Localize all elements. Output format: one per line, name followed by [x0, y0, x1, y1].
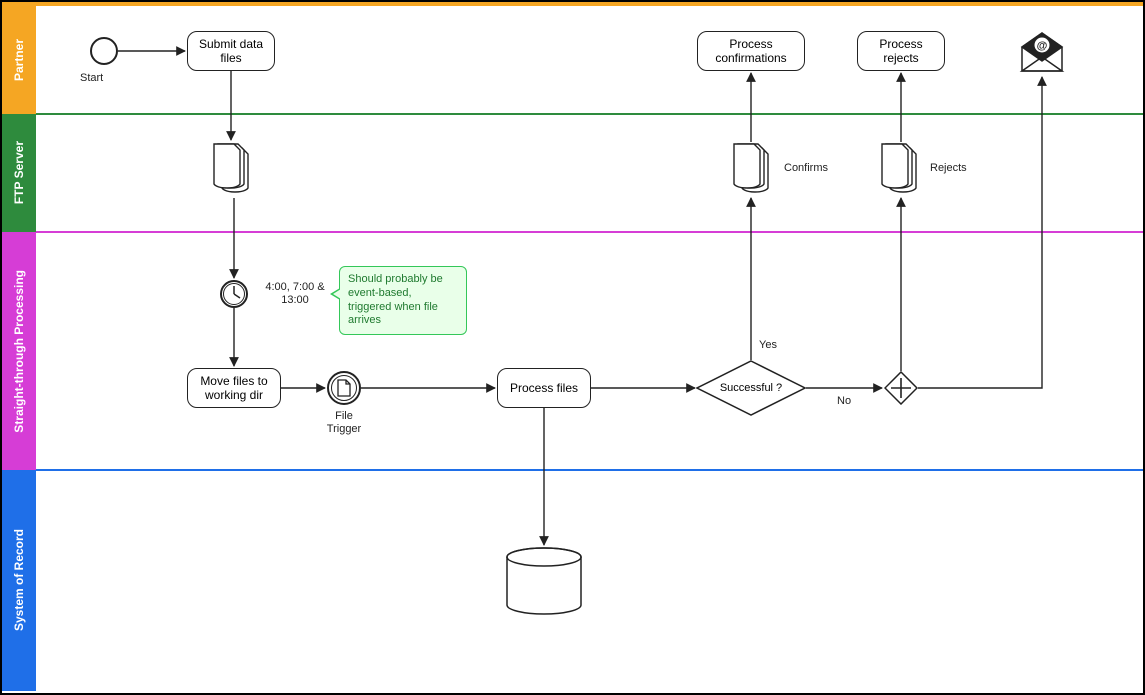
decision-yes-label: Yes: [759, 339, 777, 352]
decision-text: Successful ?: [720, 382, 782, 395]
task-label: Process files: [510, 381, 578, 395]
lane-header-stp: Straight-through Processing: [2, 232, 36, 470]
task-label: Move files to working dir: [192, 374, 276, 403]
lane-label: System of Record: [12, 529, 26, 631]
lane-header-ftp: FTP Server: [2, 114, 36, 232]
task-process-confirmations: Process confirmations: [697, 31, 805, 71]
timer-label: 4:00, 7:00 & 13:00: [260, 281, 330, 307]
callout-note: Should probably be event-based, triggere…: [339, 266, 467, 335]
document-stack-icon: [880, 142, 924, 196]
task-label: Submit data files: [192, 37, 270, 66]
lane-separator: [36, 469, 1143, 471]
diagram-stage: Partner FTP Server Straight-through Proc…: [0, 0, 1145, 695]
svg-text:@: @: [1037, 40, 1048, 52]
rejects-label: Rejects: [930, 162, 967, 175]
task-submit-data: Submit data files: [187, 31, 275, 71]
top-accent-bar: [2, 2, 1143, 6]
task-label: Process rejects: [862, 37, 940, 66]
task-move-files: Move files to working dir: [187, 368, 281, 408]
lane-label: FTP Server: [12, 141, 26, 204]
timer-event-inner: [223, 283, 245, 305]
lane-separator: [36, 113, 1143, 115]
task-label: Process confirmations: [702, 37, 800, 66]
lane-separator: [36, 231, 1143, 233]
callout-text: Should probably be event-based, triggere…: [348, 273, 443, 326]
start-event-circle: [90, 37, 118, 65]
file-trigger-label: File Trigger: [322, 410, 366, 436]
parallel-gateway: [884, 371, 918, 405]
task-process-rejects: Process rejects: [857, 31, 945, 71]
database-icon: [505, 547, 583, 617]
task-process-files: Process files: [497, 368, 591, 408]
lane-header-partner: Partner: [2, 6, 36, 114]
document-stack-icon: [732, 142, 776, 196]
callout-tail: [333, 289, 341, 299]
lane-label: Straight-through Processing: [12, 270, 26, 433]
mail-icon: @: [1018, 27, 1066, 75]
decision-successful: Successful ?: [696, 360, 806, 416]
document-stack-icon: [212, 142, 256, 196]
lane-label: Partner: [12, 39, 26, 81]
lane-header-sor: System of Record: [2, 470, 36, 691]
file-icon: [336, 379, 352, 397]
decision-no-label: No: [837, 395, 851, 408]
start-label: Start: [80, 72, 103, 85]
confirms-label: Confirms: [784, 162, 828, 175]
